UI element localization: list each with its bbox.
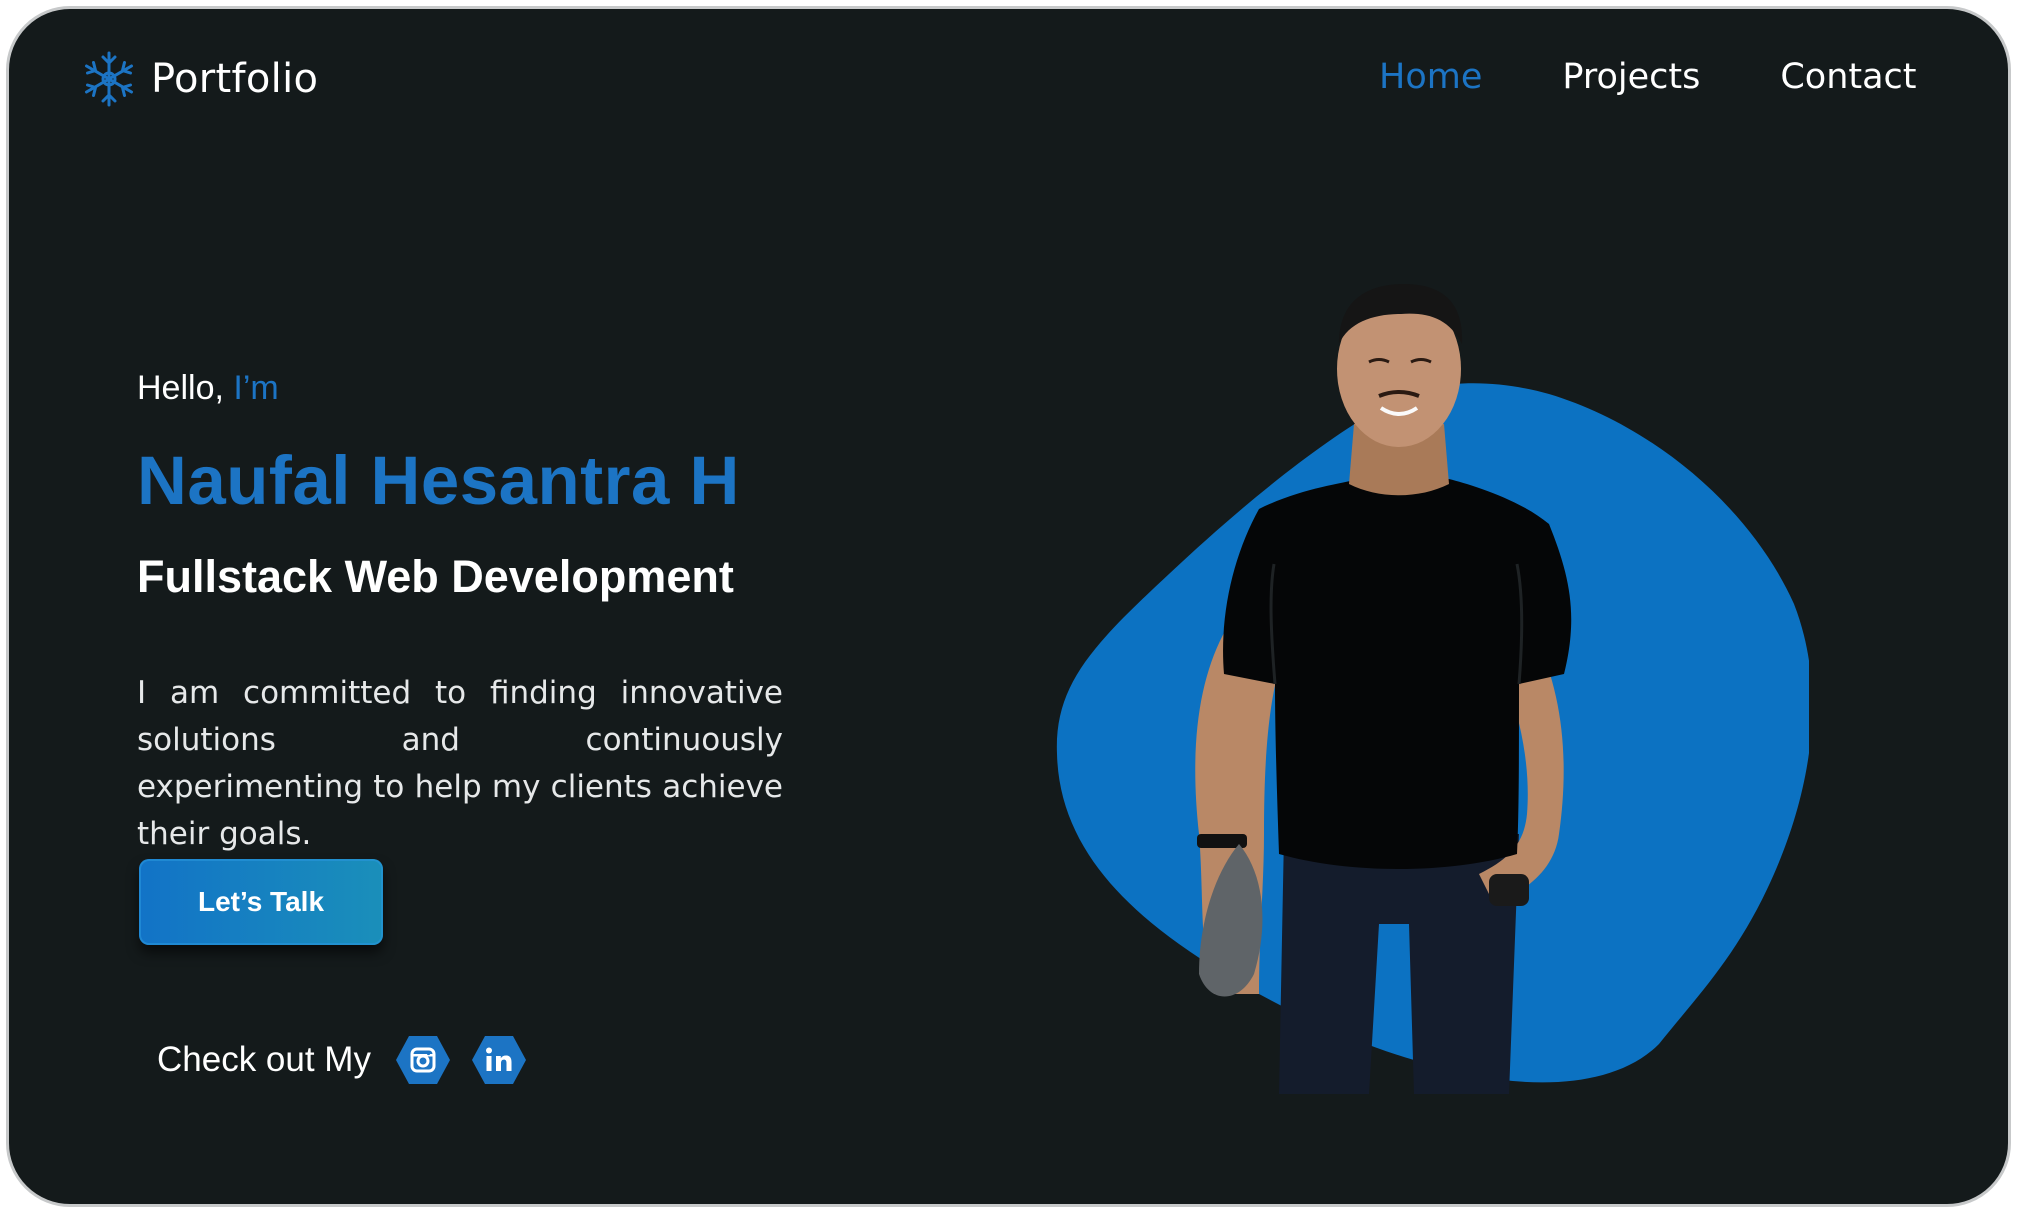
hero-name: Naufal Hesantra H xyxy=(137,442,740,519)
hero-role: Fullstack Web Development xyxy=(137,551,734,602)
hero-portrait xyxy=(1056,284,1809,1094)
main-nav: Home Projects Contact xyxy=(1379,57,1917,97)
brand-logo[interactable]: Portfolio xyxy=(79,49,318,109)
hero-description: I am committed to finding innovative sol… xyxy=(137,675,783,852)
greeting-accent: I’m xyxy=(233,369,279,407)
app-window: Portfolio Home Projects Contact Hello, I… xyxy=(6,6,2011,1207)
social-links: Check out My xyxy=(157,1034,527,1086)
greeting-prefix: Hello, xyxy=(137,369,224,407)
nav-projects[interactable]: Projects xyxy=(1562,57,1700,97)
instagram-icon[interactable] xyxy=(395,1034,451,1086)
lets-talk-button[interactable]: Let’s Talk xyxy=(139,859,383,945)
hero-greeting: Hello, I’m xyxy=(137,369,279,408)
nav-home[interactable]: Home xyxy=(1379,57,1482,97)
linkedin-icon[interactable] xyxy=(471,1034,527,1086)
nav-contact[interactable]: Contact xyxy=(1780,57,1916,97)
social-label: Check out My xyxy=(157,1040,371,1079)
brand-name: Portfolio xyxy=(151,56,319,102)
snowflake-icon xyxy=(85,51,133,107)
